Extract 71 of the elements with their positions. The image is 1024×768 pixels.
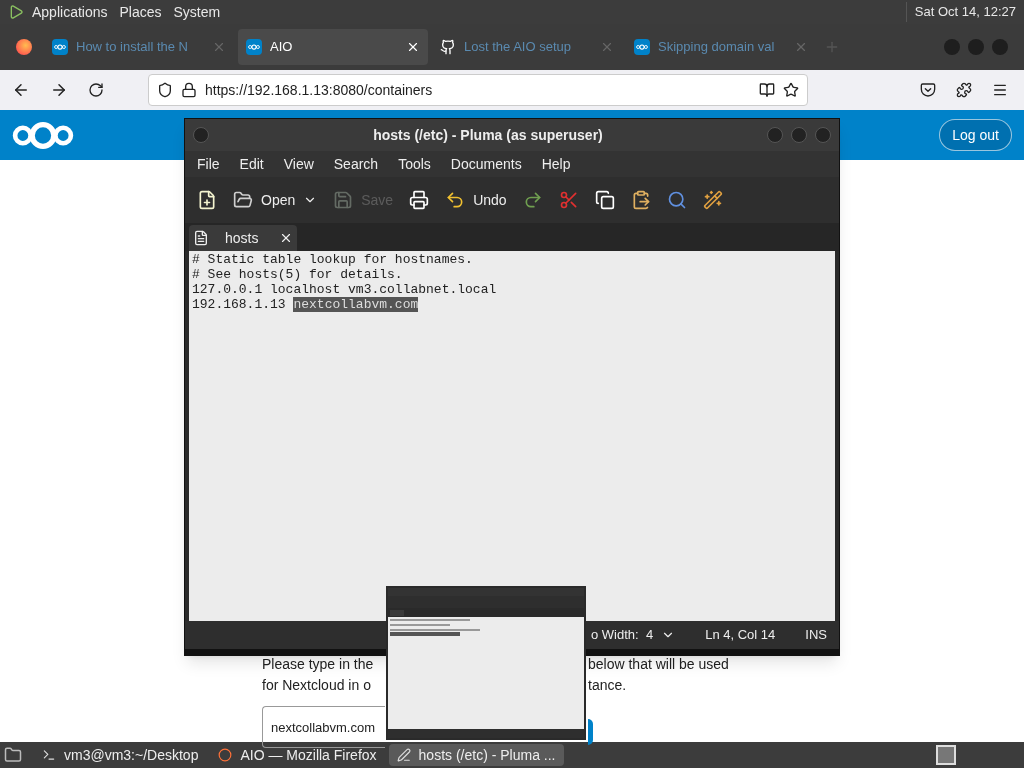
close-icon[interactable] [279,231,293,245]
nextcloud-logo-icon [248,44,260,50]
taskbar-item[interactable]: hosts (/etc) - Pluma ... [388,744,564,766]
back-icon[interactable] [12,81,30,99]
nextcloud-logo-icon [12,119,74,151]
tab-width-selector[interactable]: o Width: 4 [591,625,676,645]
desktop-icon[interactable] [4,746,22,764]
panel-menu[interactable]: System [173,1,221,23]
search-icon [666,190,687,210]
clock: Sat Oct 14, 12:27 [905,2,1016,22]
instruction-text: for Nextcloud in o [262,677,371,693]
menu-item[interactable]: File [197,153,220,175]
menu-item[interactable]: View [283,153,314,175]
notepad-icon [396,748,411,762]
menu-item[interactable]: Documents [450,153,522,175]
menu-item[interactable]: Help [541,153,571,175]
toolbar-button[interactable] [197,190,217,210]
menu-item[interactable]: Tools [398,153,431,175]
wand-icon [702,190,723,210]
code-line: # Static table lookup for hostnames. [192,252,473,267]
shield-icon[interactable] [157,82,173,98]
panel-menu[interactable]: Applications [32,1,108,23]
pocket-icon[interactable] [920,82,936,98]
browser-icon [218,748,233,762]
taskbar-item[interactable]: vm3@vm3:~/Desktop [34,744,207,766]
window-title: hosts (/etc) - Pluma (as superuser) [372,125,604,145]
toolbar-button[interactable] [594,190,615,210]
document-tab[interactable]: hosts [189,225,297,251]
workspace-icon[interactable] [936,745,956,765]
nextcloud-logo-icon [54,44,66,50]
firefox-icon[interactable] [16,39,32,55]
scissors-icon [558,190,579,210]
toolbar-button[interactable] [702,190,723,210]
reader-icon[interactable] [759,82,775,98]
menu-item[interactable]: Edit [239,153,264,175]
new-document-icon [197,190,217,210]
reload-icon[interactable] [88,82,104,98]
code-line: 192.168.1.13 nextcollabvm.com [192,297,419,312]
printer-icon [409,190,430,210]
toolbar-button[interactable]: Undo [445,189,507,211]
menu-item[interactable]: Search [333,153,379,175]
insert-mode: INS [805,626,827,645]
code-line: 127.0.0.1 localhost vm3.collabnet.local [192,282,497,297]
address-bar[interactable]: https://192.168.1.13:8080/containers [148,74,808,106]
text-editor[interactable]: # Static table lookup for hostnames. # See hosts(5) for details. 127.0.0.1 localhost vm3.collabnet.local 192.168.1.13 nextcollabvm.com [189,251,835,621]
cursor-position: Ln 4, Col 14 [705,626,776,645]
panel-menu[interactable]: Places [119,1,162,23]
forward-icon[interactable] [50,81,68,99]
toolbar-button[interactable]: Open [233,189,318,211]
lock-icon[interactable] [181,82,197,98]
document-icon [193,230,209,246]
code-line: # See hosts(5) for details. [192,267,403,282]
logout-button[interactable]: Log out [939,119,1012,151]
save-icon [333,190,354,210]
logo-icon[interactable] [8,4,24,20]
instruction-text: below that will be used [588,655,729,674]
menu-icon[interactable] [992,82,1008,98]
nextcloud-logo-icon [636,44,648,50]
cat-icon [440,39,456,55]
url-text: https://192.168.1.13:8080/containers [205,80,433,100]
browser-tab[interactable]: AIO [238,29,428,65]
submit-button[interactable] [588,719,593,745]
copy-icon [594,190,615,210]
toolbar-button[interactable] [409,190,430,210]
star-icon[interactable] [783,82,799,98]
extensions-icon[interactable] [956,82,972,98]
instruction-text: Please type in the [262,656,374,672]
close-icon[interactable] [406,40,420,54]
folder-icon [233,190,253,210]
terminal-icon [42,748,56,762]
instruction-text: tance. [588,676,627,695]
